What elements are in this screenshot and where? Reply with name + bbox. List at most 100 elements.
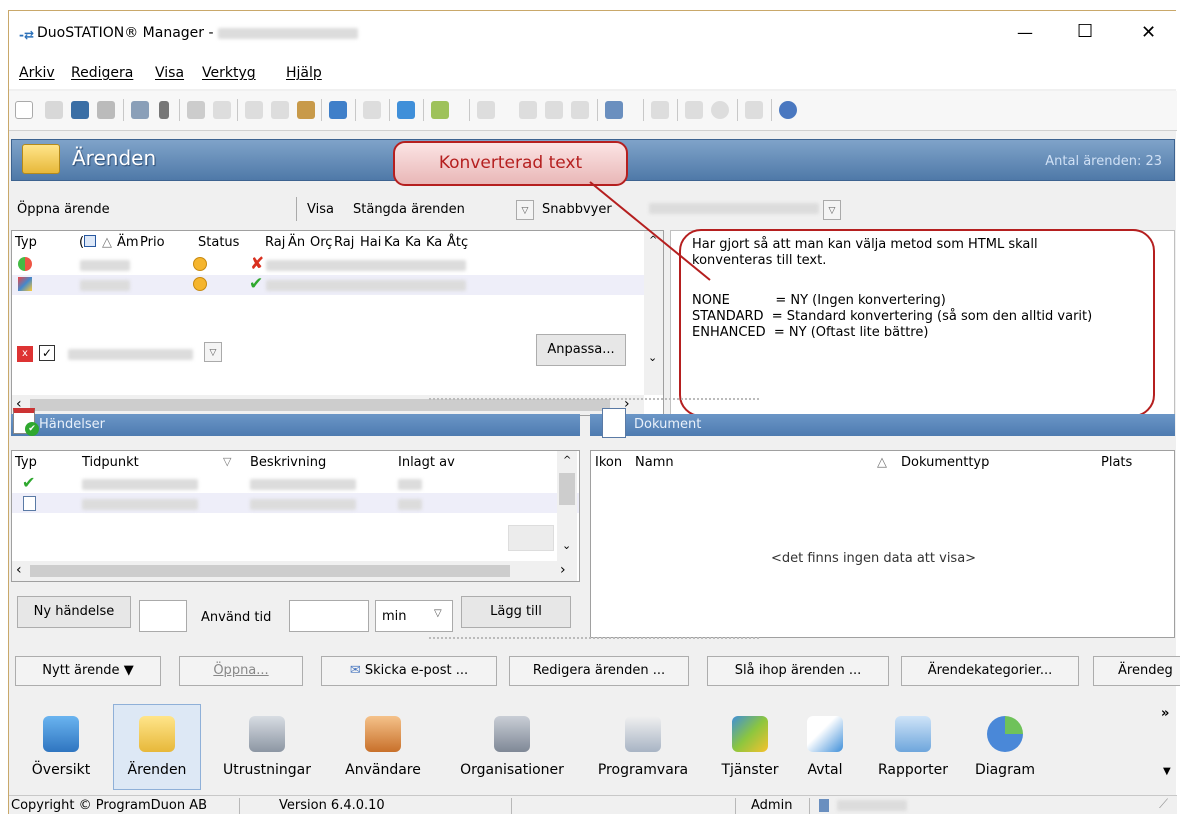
layout-icon[interactable] <box>477 101 495 119</box>
add-button[interactable]: Lägg till <box>461 596 571 628</box>
col-ev-by[interactable]: Inlagt av <box>398 455 455 470</box>
minimize-button[interactable]: — <box>1017 23 1033 42</box>
filter-dropdown-icon[interactable]: ▽ <box>204 342 222 362</box>
filter-icon[interactable] <box>84 235 96 247</box>
send-icon[interactable] <box>571 101 589 119</box>
report-icon[interactable] <box>605 101 623 119</box>
col-status[interactable]: Status <box>198 235 239 250</box>
nav-scroll-down-icon[interactable]: ▼ <box>1163 766 1171 777</box>
export-icon[interactable] <box>519 101 537 119</box>
col-sort[interactable]: △ <box>102 235 112 250</box>
menu-arkiv[interactable]: Arkiv <box>19 65 55 81</box>
col-ka3[interactable]: Ka <box>426 235 442 250</box>
col-doc-icon[interactable]: Ikon <box>595 455 622 470</box>
visa-select[interactable]: Stängda ärenden <box>353 202 465 217</box>
use-time-input[interactable] <box>289 600 369 632</box>
nav-utrustningar[interactable]: Utrustningar <box>207 716 327 778</box>
maximize-button[interactable]: ☐ <box>1077 21 1093 42</box>
events-vscroll[interactable]: ^ ⌄ <box>557 451 577 561</box>
nav-anvandare[interactable]: Användare <box>333 716 433 778</box>
table-row[interactable]: ✘ <box>12 254 663 275</box>
send-email-button[interactable]: ✉ Skicka e-post ... <box>321 656 497 686</box>
events-hscroll[interactable]: ‹ › <box>12 561 577 581</box>
nav-overflow-button[interactable]: » <box>1161 706 1169 721</box>
case-categories-button[interactable]: Ärendekategorier... <box>901 656 1079 686</box>
col-doc-type[interactable]: Dokumenttyp <box>901 455 989 470</box>
menu-redigera[interactable]: Redigera <box>71 65 133 81</box>
refresh-icon[interactable] <box>397 101 415 119</box>
print-icon[interactable] <box>187 101 205 119</box>
events-panel: Händelser ✔ Typ Tidpunkt ▽ Beskrivning I… <box>11 408 580 646</box>
import-icon[interactable] <box>545 101 563 119</box>
preview-icon[interactable] <box>213 101 231 119</box>
col-org[interactable]: Orç <box>310 235 332 250</box>
col-raj1[interactable]: Raj <box>265 235 285 250</box>
link-icon[interactable] <box>363 101 381 119</box>
cases-count: Antal ärenden: 23 <box>1045 154 1162 169</box>
table-row[interactable]: ✔ <box>12 274 663 295</box>
chart-icon[interactable] <box>711 101 729 119</box>
phone-icon[interactable] <box>159 101 169 119</box>
col-am[interactable]: Äm <box>117 235 139 250</box>
col-typ[interactable]: Typ <box>15 235 37 250</box>
menu-hjalp[interactable]: Hjälp <box>286 65 322 81</box>
event-number-input[interactable] <box>139 600 187 632</box>
nav-tjanster[interactable]: Tjänster <box>707 716 793 778</box>
visa-dropdown-icon[interactable]: ▽ <box>516 200 534 220</box>
copy-icon[interactable] <box>271 101 289 119</box>
cut-icon[interactable] <box>245 101 263 119</box>
open-case-button[interactable]: Öppna... <box>179 656 303 686</box>
col-hai[interactable]: Hai <box>360 235 381 250</box>
edit-cases-button[interactable]: Redigera ärenden ... <box>509 656 689 686</box>
filter-checkbox[interactable]: ✓ <box>39 345 55 361</box>
copy-doc-icon[interactable] <box>45 101 63 119</box>
col-raj2[interactable]: Raj <box>334 235 354 250</box>
customize-button[interactable]: Anpassa... <box>536 334 626 366</box>
undo-icon[interactable] <box>329 101 347 119</box>
paste-icon[interactable] <box>297 101 315 119</box>
edit-icon[interactable] <box>131 101 149 119</box>
table-row[interactable]: ✔ <box>12 473 579 493</box>
window-icon[interactable] <box>685 101 703 119</box>
menu-visa[interactable]: Visa <box>155 65 184 81</box>
merge-cases-button[interactable]: Slå ihop ärenden ... <box>707 656 889 686</box>
col-doc-name[interactable]: Namn <box>635 455 674 470</box>
nav-arenden[interactable]: Ärenden <box>113 704 201 790</box>
col-ev-time[interactable]: Tidpunkt <box>82 455 139 470</box>
col-ka1[interactable]: Ka <box>384 235 400 250</box>
col-atg[interactable]: Åtç <box>447 235 468 250</box>
col-ev-sort[interactable]: ▽ <box>223 455 231 468</box>
col-ev-typ[interactable]: Typ <box>15 455 37 470</box>
table-row[interactable] <box>12 493 579 513</box>
close-button[interactable]: ✕ <box>1141 22 1156 43</box>
clear-filter-icon[interactable]: x <box>17 346 33 362</box>
services-icon <box>732 716 768 752</box>
resize-grip-icon[interactable]: ⟋ <box>1159 797 1168 812</box>
help-icon[interactable] <box>779 101 797 119</box>
new-icon[interactable] <box>15 101 33 119</box>
status-user: Admin <box>751 798 793 813</box>
menu-verktyg[interactable]: Verktyg <box>202 65 256 81</box>
new-event-button[interactable]: Ny händelse <box>17 596 131 628</box>
new-case-button[interactable]: Nytt ärende ▼ <box>15 656 161 686</box>
delete-icon[interactable] <box>97 101 115 119</box>
save-icon[interactable] <box>71 101 89 119</box>
col-doc-place[interactable]: Plats <box>1101 455 1132 470</box>
nav-organisationer[interactable]: Organisationer <box>447 716 577 778</box>
snabbvyer-dropdown-icon[interactable]: ▽ <box>823 200 841 220</box>
nav-oversikt[interactable]: Översikt <box>21 716 101 778</box>
tree-icon[interactable] <box>651 101 669 119</box>
nav-rapporter[interactable]: Rapporter <box>865 716 961 778</box>
col-prio[interactable]: Prio <box>140 235 165 250</box>
col-doc-sort[interactable]: △ <box>877 455 887 470</box>
nav-avtal[interactable]: Avtal <box>795 716 855 778</box>
col-ka2[interactable]: Ka <box>405 235 421 250</box>
nav-diagram[interactable]: Diagram <box>963 716 1047 778</box>
attach-icon[interactable] <box>431 101 449 119</box>
nav-programvara[interactable]: Programvara <box>587 716 699 778</box>
col-ev-desc[interactable]: Beskrivning <box>250 455 326 470</box>
case-more-button[interactable]: Ärendeg <box>1093 656 1180 686</box>
image-icon[interactable] <box>745 101 763 119</box>
col-an[interactable]: Än <box>288 235 305 250</box>
unit-select[interactable]: min ▽ <box>375 600 453 632</box>
